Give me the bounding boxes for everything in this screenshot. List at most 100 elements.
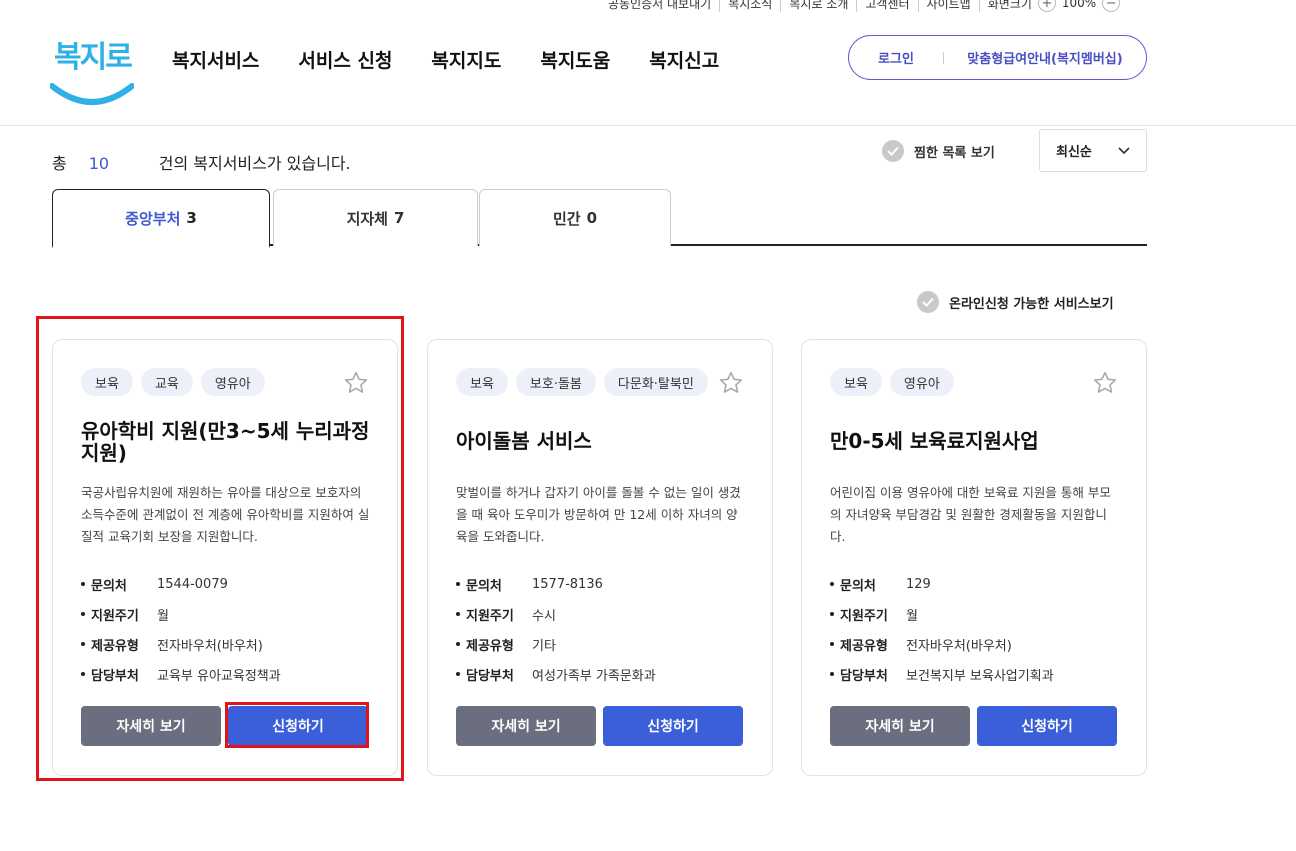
tag[interactable]: 영유아 [889,368,954,396]
card-title[interactable]: 유아학비 지원(만3~5세 누리과정 지원) [81,420,371,464]
card-info-list: 문의처 1544-0079 지원주기 월 제공유형 전자바우처(바우처) 담당부처 교육… [81,569,381,689]
detail-button[interactable]: 자세히 보기 [830,706,970,746]
card-actions: 자세히 보기 신청하기 [830,706,1117,746]
info-row: 문의처 1577-8136 [456,569,756,599]
info-value: 수시 [532,608,556,624]
info-value: 129 [906,576,931,592]
sort-select[interactable]: 최신순 [1039,129,1147,172]
zoom-out-button[interactable]: − [1102,0,1121,12]
tab-private[interactable]: 민간 0 [479,189,671,246]
tag[interactable]: 보육 [81,368,133,396]
util-link-cert-export[interactable]: 공동인증서 내보내기 [600,0,719,12]
zoom-label: 화면크기 [987,0,1032,11]
site-logo[interactable]: 복지로 [49,30,135,108]
info-row: 지원주기 월 [81,599,381,629]
info-value: 교육부 유아교육정책과 [157,668,281,684]
nav-item-welfare-report[interactable]: 복지신고 [649,46,719,73]
fav-list-toggle[interactable]: 찜한 목록 보기 [882,140,995,162]
zoom-value: 100% [1061,0,1097,10]
online-filter-label: 온라인신청 가능한 서비스보기 [949,296,1114,312]
info-value: 기타 [532,638,556,654]
util-link-sitemap[interactable]: 사이트맵 [917,0,979,12]
card-title[interactable]: 아이돌봄 서비스 [456,430,746,452]
info-key: 담당부처 [456,665,532,684]
info-row: 담당부처 여성가족부 가족문화과 [456,659,756,689]
tab-count: 0 [586,209,598,227]
info-key: 제공유형 [830,635,906,654]
card-description: 국공사립유치원에 재원하는 유아를 대상으로 보호자의 소득수준에 관계없이 전… [81,485,370,544]
util-link-news[interactable]: 복지소식 [719,0,780,12]
info-row: 제공유형 전자바우처(바우처) [830,629,1130,659]
card-info-list: 문의처 129 지원주기 월 제공유형 전자바우처(바우처) 담당부처 보건복지부 보육… [830,569,1130,689]
tag[interactable]: 영유아 [200,368,265,396]
tag[interactable]: 교육 [140,368,193,396]
info-row: 지원주기 월 [830,599,1130,629]
info-key: 지원주기 [456,605,532,624]
tab-count: 3 [186,209,197,227]
apply-button[interactable]: 신청하기 [228,706,368,746]
nav-item-welfare-map[interactable]: 복지지도 [431,46,501,73]
nav-item-service-apply[interactable]: 서비스 신청 [298,46,392,73]
info-value: 전자바우처(바우처) [157,638,263,654]
info-key: 담당부처 [81,665,157,684]
info-value: 1544-0079 [157,576,228,592]
zoom-in-button[interactable]: + [1037,0,1056,12]
info-key: 제공유형 [456,635,532,654]
info-key: 지원주기 [830,605,906,624]
tag-list: 보육 영유아 [830,368,954,396]
info-row: 담당부처 교육부 유아교육정책과 [81,659,381,689]
info-row: 담당부처 보건복지부 보육사업기획과 [830,659,1130,689]
login-button[interactable]: 로그인 [849,48,943,67]
util-link-customer-center[interactable]: 고객센터 [856,0,917,12]
tag-list: 보육 교육 영유아 [81,368,265,396]
nav-item-welfare-help[interactable]: 복지도움 [540,46,610,73]
info-key: 제공유형 [81,635,157,654]
card-info-list: 문의처 1577-8136 지원주기 수시 제공유형 기타 담당부처 여성가족부 가족문… [456,569,756,689]
service-card: 보육 영유아 만0-5세 보육료지원사업 어린이집 이용 영유아에 대한 보육료… [801,339,1147,776]
info-value: 월 [906,608,918,624]
summary-prefix: 총 [52,154,67,173]
result-summary: 총 10 건의 복지서비스가 있습니다. [52,150,351,174]
info-row: 지원주기 수시 [456,599,756,629]
detail-button[interactable]: 자세히 보기 [81,706,221,746]
util-link-about[interactable]: 복지로 소개 [780,0,856,12]
membership-button[interactable]: 맞춤형급여안내(복지멤버십) [944,48,1146,67]
star-icon[interactable] [343,370,369,396]
info-key: 담당부처 [830,665,906,684]
info-value: 1577-8136 [532,576,603,592]
card-description: 어린이집 이용 영유아에 대한 보육료 지원을 통해 부모의 자녀양육 부담경감… [830,485,1111,544]
info-value: 여성가족부 가족문화과 [532,668,656,684]
info-key: 문의처 [456,575,532,594]
summary-count: 10 [88,154,110,173]
tab-label: 지자체 [346,209,388,228]
apply-button[interactable]: 신청하기 [977,706,1117,746]
star-icon[interactable] [718,370,744,396]
info-row: 제공유형 전자바우처(바우처) [81,629,381,659]
utility-bar: 공동인증서 내보내기 복지소식 복지로 소개 고객센터 사이트맵 화면크기 + … [600,0,1128,12]
info-row: 문의처 129 [830,569,1130,599]
star-icon[interactable] [1092,370,1118,396]
info-value: 월 [157,608,169,624]
fav-list-label: 찜한 목록 보기 [914,145,995,161]
chevron-down-icon [1118,146,1130,154]
check-icon [917,291,939,313]
site-header: 공동인증서 내보내기 복지소식 복지로 소개 고객센터 사이트맵 화면크기 + … [0,0,1296,126]
card-actions: 자세히 보기 신청하기 [81,706,368,746]
tab-central-ministry[interactable]: 중앙부처 3 [52,189,270,248]
main-nav: 복지서비스 서비스 신청 복지지도 복지도움 복지신고 [172,46,719,73]
tab-count: 7 [393,209,405,227]
card-title[interactable]: 만0-5세 보육료지원사업 [830,430,1120,452]
tab-local-government[interactable]: 지자체 7 [273,189,478,246]
summary-suffix: 건의 복지서비스가 있습니다. [158,154,351,173]
tag[interactable]: 다문화·탈북민 [603,368,708,396]
tag[interactable]: 보육 [830,368,882,396]
apply-button[interactable]: 신청하기 [603,706,743,746]
nav-item-welfare-service[interactable]: 복지서비스 [172,46,259,73]
tag-list: 보육 보호·돌봄 다문화·탈북민 [456,368,708,396]
detail-button[interactable]: 자세히 보기 [456,706,596,746]
info-key: 지원주기 [81,605,157,624]
tag[interactable]: 보육 [456,368,508,396]
sort-selected-value: 최신순 [1056,145,1092,160]
tag[interactable]: 보호·돌봄 [515,368,596,396]
online-apply-filter[interactable]: 온라인신청 가능한 서비스보기 [917,291,1114,313]
